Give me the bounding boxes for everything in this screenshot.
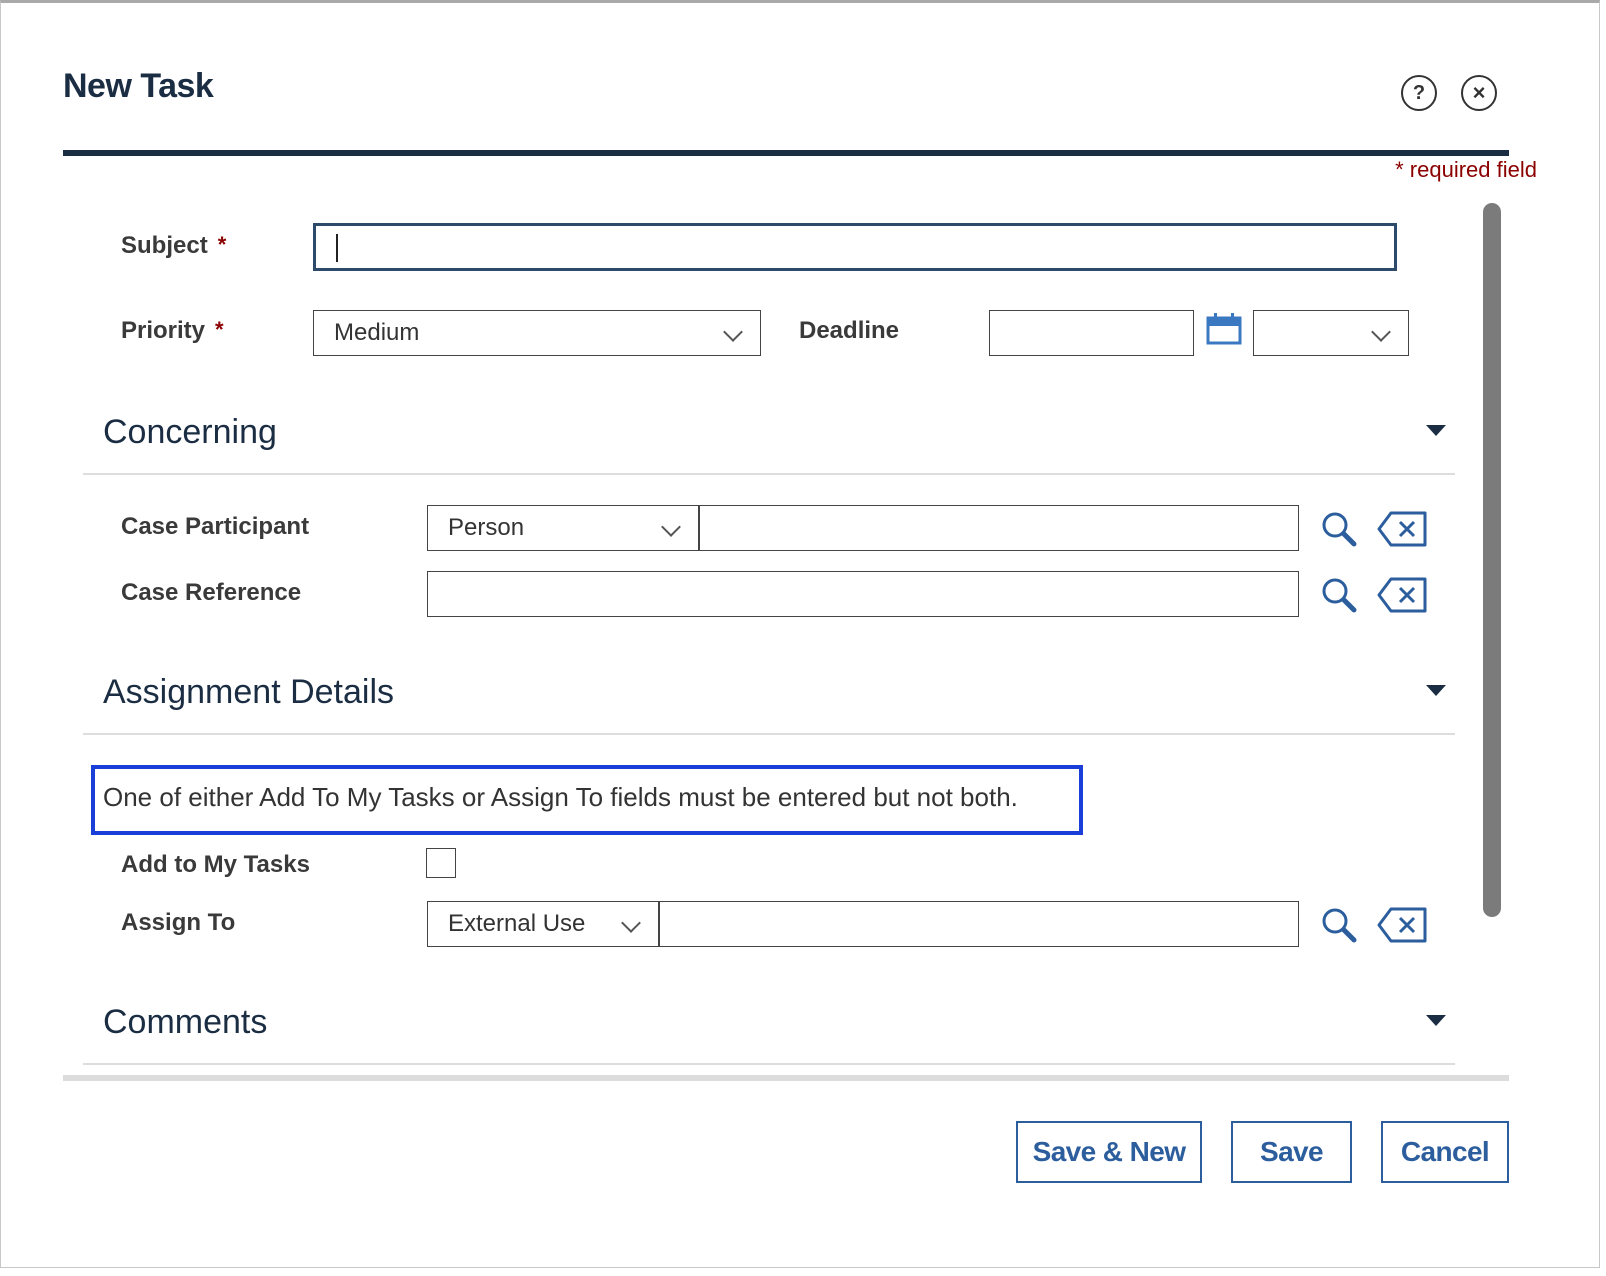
help-icon[interactable]: ? — [1401, 75, 1437, 111]
required-star: * — [215, 317, 224, 342]
subject-input[interactable] — [313, 223, 1397, 271]
priority-select[interactable]: Medium — [313, 310, 761, 356]
search-icon[interactable] — [1319, 575, 1359, 615]
clear-backspace-icon[interactable] — [1377, 509, 1429, 549]
collapse-triangle-icon[interactable] — [1426, 1015, 1446, 1026]
case-participant-type-select[interactable]: Person — [427, 505, 699, 551]
new-task-dialog: New Task ? × * required field Subject * P… — [0, 0, 1600, 1268]
section-title-concerning: Concerning — [103, 413, 277, 451]
priority-label-text: Priority — [121, 317, 206, 344]
add-to-my-tasks-label: Add to My Tasks — [121, 851, 310, 878]
save-and-new-button[interactable]: Save & New — [1016, 1121, 1202, 1183]
collapse-triangle-icon[interactable] — [1426, 425, 1446, 436]
section-divider — [83, 1063, 1455, 1065]
subject-label: Subject * — [121, 232, 226, 260]
save-button[interactable]: Save — [1231, 1121, 1352, 1183]
dialog-title: New Task — [63, 67, 214, 105]
calendar-icon[interactable] — [1206, 313, 1242, 345]
section-divider — [83, 473, 1455, 475]
search-icon[interactable] — [1319, 905, 1359, 945]
deadline-date-input[interactable] — [989, 310, 1194, 356]
add-to-my-tasks-checkbox[interactable] — [426, 848, 456, 878]
collapse-triangle-icon[interactable] — [1426, 685, 1446, 696]
subject-label-text: Subject — [121, 232, 208, 259]
title-divider — [63, 150, 1509, 156]
assignment-notice: One of either Add To My Tasks or Assign … — [91, 765, 1083, 835]
case-participant-input[interactable] — [699, 505, 1299, 551]
deadline-time-select[interactable] — [1253, 310, 1409, 356]
cancel-button[interactable]: Cancel — [1381, 1121, 1509, 1183]
assign-to-label: Assign To — [121, 909, 236, 936]
chevron-down-icon — [661, 517, 681, 537]
text-caret — [336, 234, 338, 262]
case-reference-label: Case Reference — [121, 579, 302, 606]
assign-to-type-value: External Use — [448, 910, 586, 937]
clear-backspace-icon[interactable] — [1377, 575, 1429, 615]
section-title-assignment-details: Assignment Details — [103, 673, 395, 711]
priority-selected-value: Medium — [334, 319, 420, 346]
case-participant-label: Case Participant — [121, 513, 310, 540]
chevron-down-icon — [723, 322, 743, 342]
deadline-label: Deadline — [799, 317, 900, 344]
required-field-note: * required field — [1395, 157, 1537, 182]
case-reference-input[interactable] — [427, 571, 1299, 617]
section-title-comments: Comments — [103, 1003, 268, 1041]
search-icon[interactable] — [1319, 509, 1359, 549]
chevron-down-icon — [1371, 322, 1391, 342]
scrollbar[interactable] — [1483, 203, 1501, 917]
required-star: * — [217, 232, 227, 257]
footer-divider — [63, 1075, 1509, 1081]
close-icon[interactable]: × — [1461, 75, 1497, 111]
case-participant-type-value: Person — [448, 514, 525, 541]
assign-to-type-select[interactable]: External Use — [427, 901, 659, 947]
section-divider — [83, 733, 1455, 735]
clear-backspace-icon[interactable] — [1377, 905, 1429, 945]
priority-label: Priority * — [121, 317, 224, 345]
assign-to-input[interactable] — [659, 901, 1299, 947]
chevron-down-icon — [621, 913, 641, 933]
